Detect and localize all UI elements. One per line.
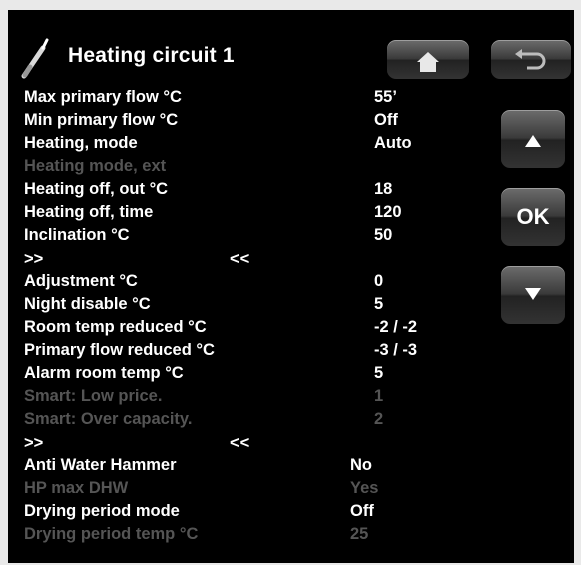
setting-value: 25: [350, 525, 369, 543]
setting-value: No: [350, 456, 372, 474]
setting-label: Primary flow reduced °C: [24, 341, 215, 359]
setting-row-heating-mode-ext: Heating mode, ext: [24, 157, 494, 179]
separator-left-mark: >>: [24, 250, 44, 268]
setting-label: Heating mode, ext: [24, 157, 167, 175]
setting-label: HP max DHW: [24, 479, 129, 497]
setting-row-night-disable[interactable]: Night disable °C 5: [24, 295, 494, 317]
setting-label: Inclination °C: [24, 226, 130, 244]
setting-label: Room temp reduced °C: [24, 318, 207, 336]
setting-label: Drying period mode: [24, 502, 180, 520]
separator-right-mark: <<: [230, 250, 250, 268]
setting-value: 55’: [374, 88, 397, 106]
scroll-down-button[interactable]: [501, 266, 565, 324]
setting-label: Drying period temp °C: [24, 525, 199, 543]
header: Heating circuit 1: [8, 10, 574, 90]
setting-label: Anti Water Hammer: [24, 456, 177, 474]
setting-value: 120: [374, 203, 402, 221]
setting-value: 1: [374, 387, 384, 405]
setting-label: Alarm room temp °C: [24, 364, 184, 382]
back-button[interactable]: [491, 40, 571, 79]
separator-right-mark: <<: [230, 434, 250, 452]
setting-value: Yes: [350, 479, 379, 497]
setting-value: 50: [374, 226, 393, 244]
setting-label: Max primary flow °C: [24, 88, 182, 106]
triangle-up-icon: [525, 135, 541, 147]
setting-row-alarm-room-temp[interactable]: Alarm room temp °C 5: [24, 364, 494, 386]
setting-label: Smart: Over capacity.: [24, 410, 193, 428]
setting-label: Heating, mode: [24, 134, 138, 152]
setting-row-drying-period-temp: Drying period temp °C 25: [24, 525, 494, 547]
setting-row-inclination[interactable]: Inclination °C 50: [24, 226, 494, 248]
setting-row-primary-flow-reduced[interactable]: Primary flow reduced °C -3 / -3: [24, 341, 494, 363]
setting-value: -2 / -2: [374, 318, 418, 336]
setting-value: -3 / -3: [374, 341, 418, 359]
setting-row-hp-max-dhw: HP max DHW Yes: [24, 479, 494, 501]
setting-label: Heating off, out °C: [24, 180, 169, 198]
setting-row-adjustment[interactable]: Adjustment °C 0: [24, 272, 494, 294]
setting-value: 2: [374, 410, 384, 428]
setting-value: Off: [350, 502, 374, 520]
ok-button[interactable]: OK: [501, 188, 565, 246]
setting-label: Heating off, time: [24, 203, 154, 221]
setting-value: 5: [374, 364, 384, 382]
setting-row-smart-low-price: Smart: Low price. 1: [24, 387, 494, 409]
setting-value: 18: [374, 180, 393, 198]
wrench-icon: [16, 36, 52, 82]
setting-row-heating-off-out[interactable]: Heating off, out °C 18: [24, 180, 494, 202]
setting-row-anti-water-hammer[interactable]: Anti Water Hammer No: [24, 456, 494, 478]
setting-row-min-primary-flow[interactable]: Min primary flow °C Off: [24, 111, 494, 133]
setting-row-heating-mode[interactable]: Heating, mode Auto: [24, 134, 494, 156]
display-screen: Heating circuit 1 OK Max primary flow °C…: [8, 10, 574, 563]
setting-value: Off: [374, 111, 398, 129]
ok-button-label: OK: [516, 204, 550, 229]
setting-row-room-temp-reduced[interactable]: Room temp reduced °C -2 / -2: [24, 318, 494, 340]
setting-row-max-primary-flow[interactable]: Max primary flow °C 55’: [24, 88, 494, 110]
setting-label: Night disable °C: [24, 295, 151, 313]
return-arrow-icon: [515, 49, 546, 70]
section-separator: >> <<: [24, 434, 494, 456]
setting-label: Smart: Low price.: [24, 387, 163, 405]
home-button[interactable]: [387, 40, 469, 79]
page-title: Heating circuit 1: [68, 44, 235, 67]
scroll-up-button[interactable]: [501, 110, 565, 168]
home-icon: [417, 52, 439, 72]
setting-value: 5: [374, 295, 384, 313]
setting-row-heating-off-time[interactable]: Heating off, time 120: [24, 203, 494, 225]
setting-row-drying-period-mode[interactable]: Drying period mode Off: [24, 502, 494, 524]
triangle-down-icon: [525, 288, 541, 300]
setting-value: Auto: [374, 134, 412, 152]
setting-label: Adjustment °C: [24, 272, 138, 290]
separator-left-mark: >>: [24, 434, 44, 452]
section-separator: >> <<: [24, 250, 494, 272]
setting-value: 0: [374, 272, 384, 290]
setting-row-smart-over-capacity: Smart: Over capacity. 2: [24, 410, 494, 432]
setting-label: Min primary flow °C: [24, 111, 179, 129]
